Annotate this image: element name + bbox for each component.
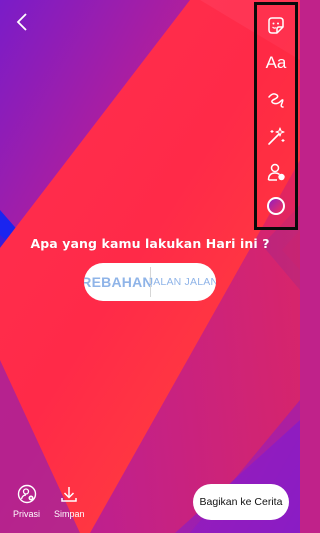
- mention-button[interactable]: [257, 157, 295, 187]
- scribble-icon: [268, 93, 284, 108]
- sticker-button[interactable]: [257, 11, 295, 41]
- color-circle-icon: [267, 197, 285, 215]
- effects-button[interactable]: [257, 122, 295, 152]
- save-label: Simpan: [54, 509, 85, 519]
- share-to-story-button[interactable]: Bagikan ke Cerita: [193, 484, 289, 520]
- text-icon: Aa: [265, 53, 287, 72]
- poll-sticker: REBAHAN JALAN JALAN: [84, 263, 216, 301]
- back-button[interactable]: [10, 10, 34, 34]
- poll-option-a[interactable]: REBAHAN: [84, 263, 153, 301]
- save-button[interactable]: Simpan: [54, 484, 85, 519]
- poll-option-b[interactable]: JALAN JALAN: [148, 263, 216, 301]
- poll-question: Apa yang kamu lakukan Hari ini ?: [30, 236, 270, 251]
- chevron-left-icon: [16, 13, 27, 31]
- magic-wand-icon: [268, 127, 285, 145]
- privacy-label: Privasi: [13, 509, 41, 519]
- color-button[interactable]: [257, 191, 295, 221]
- privacy-button[interactable]: Privasi: [13, 484, 40, 519]
- download-icon: [61, 487, 77, 502]
- text-button[interactable]: Aa: [257, 48, 295, 78]
- editing-toolbar: Aa: [254, 2, 298, 230]
- add-person-icon: [267, 163, 285, 181]
- privacy-settings-icon: [17, 484, 36, 504]
- sticker-icon: [268, 17, 284, 34]
- draw-button[interactable]: [257, 85, 295, 115]
